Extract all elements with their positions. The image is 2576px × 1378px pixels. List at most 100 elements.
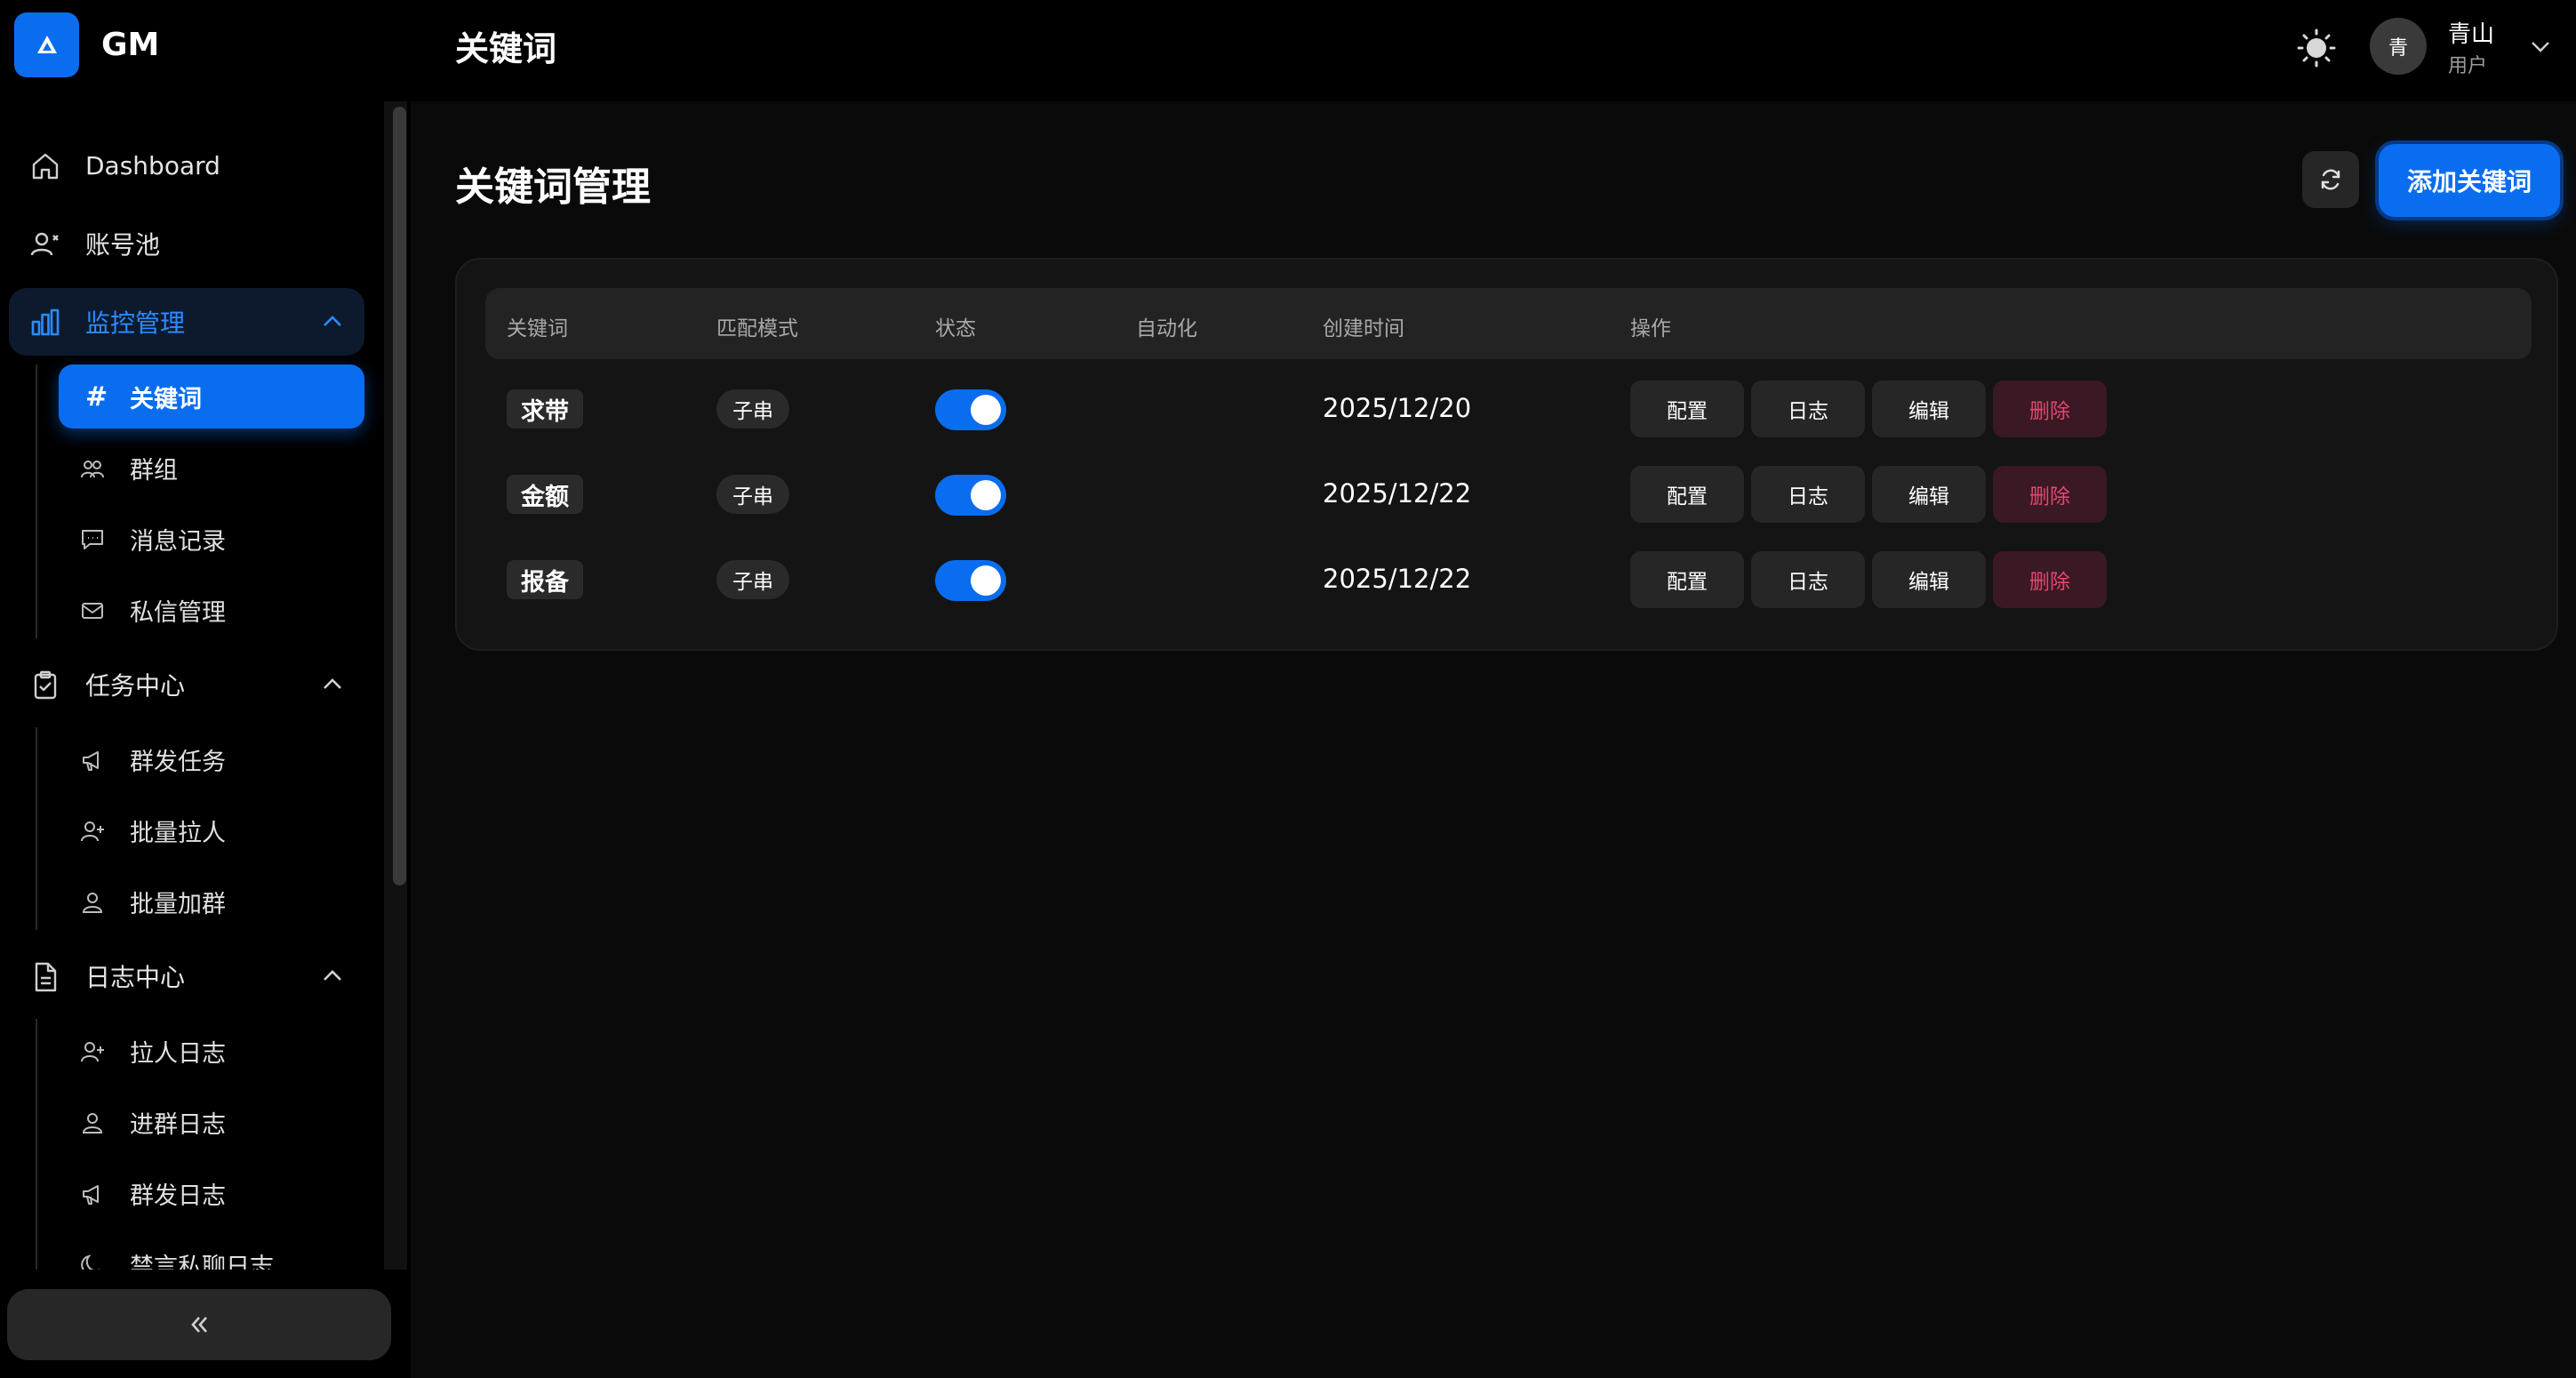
sidebar-item-join-log[interactable]: 进群日志 (59, 1090, 364, 1154)
tree-line (36, 727, 37, 930)
edit-button[interactable]: 编辑 (1872, 381, 1986, 437)
file-icon (35, 962, 57, 992)
edit-button[interactable]: 编辑 (1872, 466, 1986, 523)
brand-name: GM (101, 26, 160, 63)
group-icon (81, 461, 104, 478)
sidebar-item-keywords[interactable]: # 关键词 (59, 365, 364, 429)
status-toggle[interactable] (935, 560, 1006, 601)
tree-line (36, 365, 37, 638)
sidebar-scrollbar-thumb[interactable] (393, 107, 406, 885)
delete-button[interactable]: 删除 (1993, 381, 2107, 437)
user-plus-icon (81, 1042, 104, 1062)
config-button[interactable]: 配置 (1630, 466, 1744, 523)
sidebar-item-broadcast-log[interactable]: 群发日志 (59, 1161, 364, 1225)
chevron-up-icon[interactable] (320, 311, 345, 332)
log-button[interactable]: 日志 (1751, 551, 1865, 608)
sidebar-item-mute-log[interactable]: 禁言私聊日志 (59, 1232, 364, 1270)
mail-icon (82, 603, 103, 619)
toggle-knob (971, 565, 1001, 596)
table-row: 求带 子串 2025/12/20 配置 日志 编辑 删除 (457, 366, 2560, 452)
created-date: 2025/12/22 (1323, 564, 1472, 594)
log-button[interactable]: 日志 (1751, 466, 1865, 523)
chevron-up-icon[interactable] (320, 674, 345, 695)
keyword-chip: 求带 (507, 389, 583, 429)
logo-icon (14, 12, 79, 77)
sidebar-item-label: 进群日志 (130, 1110, 226, 1139)
chevrons-left-icon (191, 1317, 207, 1333)
sidebar-item-label: 拉人日志 (130, 1039, 226, 1068)
edit-button[interactable]: 编辑 (1872, 551, 1986, 608)
sidebar-item-dashboard[interactable]: Dashboard (9, 132, 364, 199)
delete-button[interactable]: 删除 (1993, 466, 2107, 523)
sidebar-item-label: 私信管理 (130, 598, 226, 627)
sidebar-item-label: 日志中心 (85, 963, 186, 992)
sidebar-item-label: 消息记录 (130, 527, 226, 556)
header-title: 关键词 (455, 29, 557, 68)
sidebar-item-label: 关键词 (130, 385, 202, 413)
sidebar-item-invite-log[interactable]: 拉人日志 (59, 1019, 364, 1083)
hash-icon: # (85, 381, 108, 413)
app-root: GM Dashboard 账号池 监控管理 # 关键词 群组 消息记录 私信管理… (0, 0, 2576, 1378)
sidebar: GM Dashboard 账号池 监控管理 # 关键词 群组 消息记录 私信管理… (0, 0, 411, 1378)
config-button[interactable]: 配置 (1630, 551, 1744, 608)
user-group-icon (82, 893, 103, 913)
collapse-sidebar-button[interactable] (7, 1289, 391, 1360)
table-row: 金额 子串 2025/12/22 配置 日志 编辑 删除 (457, 452, 2560, 537)
chevron-down-icon[interactable] (2528, 36, 2553, 57)
log-button[interactable]: 日志 (1751, 381, 1865, 437)
add-keyword-button[interactable]: 添加关键词 (2379, 144, 2560, 217)
sidebar-item-label: 批量拉人 (130, 819, 226, 847)
column-header: 状态 (935, 317, 976, 340)
sidebar-item-label: 群发任务 (130, 748, 226, 776)
sidebar-item-broadcast-task[interactable]: 群发任务 (59, 727, 364, 791)
match-mode-chip: 子串 (716, 389, 789, 429)
config-button[interactable]: 配置 (1630, 381, 1744, 437)
sidebar-item-account-pool[interactable]: 账号池 (9, 210, 364, 277)
clipboard-icon (34, 670, 57, 700)
sidebar-item-batch-join[interactable]: 批量加群 (59, 869, 364, 933)
sidebar-item-label: 任务中心 (85, 671, 186, 701)
column-header: 操作 (1630, 317, 1671, 340)
users-icon (30, 232, 59, 256)
sidebar-item-task-center[interactable]: 任务中心 (9, 651, 364, 718)
sun-icon[interactable] (2295, 27, 2338, 69)
bar-chart-icon (31, 308, 60, 336)
match-mode-chip: 子串 (716, 475, 789, 514)
sidebar-item-label: 禁言私聊日志 (130, 1253, 274, 1270)
created-date: 2025/12/20 (1323, 393, 1472, 423)
chevron-up-icon[interactable] (320, 965, 345, 987)
column-header: 创建时间 (1323, 317, 1404, 340)
avatar[interactable]: 青 (2370, 18, 2427, 75)
sidebar-nav: Dashboard 账号池 监控管理 # 关键词 群组 消息记录 私信管理 任务… (0, 101, 411, 1270)
status-toggle[interactable] (935, 389, 1006, 430)
sidebar-item-label: 监控管理 (85, 308, 186, 338)
sidebar-item-label: 群发日志 (130, 1182, 226, 1210)
column-header: 关键词 (507, 317, 568, 340)
user-group-icon (82, 1113, 103, 1134)
column-header: 自动化 (1136, 317, 1197, 340)
sidebar-item-label: 群组 (130, 456, 178, 485)
sidebar-item-messages[interactable]: 消息记录 (59, 507, 364, 571)
page-title: 关键词管理 (455, 164, 651, 210)
table-row: 报备 子串 2025/12/22 配置 日志 编辑 删除 (457, 537, 2560, 622)
sidebar-item-log-center[interactable]: 日志中心 (9, 942, 364, 1010)
user-role: 用户 (2448, 55, 2488, 77)
megaphone-icon (83, 1185, 99, 1205)
sidebar-item-monitor[interactable]: 监控管理 (9, 288, 364, 356)
status-toggle[interactable] (935, 475, 1006, 516)
tree-line (36, 1019, 37, 1270)
sidebar-item-label: 批量加群 (130, 890, 226, 918)
megaphone-icon (83, 751, 99, 771)
user-name[interactable]: 青山 (2448, 16, 2494, 49)
toggle-knob (971, 395, 1001, 425)
sidebar-item-batch-invite[interactable]: 批量拉人 (59, 798, 364, 862)
sidebar-item-groups[interactable]: 群组 (59, 436, 364, 500)
message-icon (82, 530, 103, 549)
refresh-button[interactable] (2302, 151, 2359, 208)
brand[interactable]: GM (14, 12, 159, 77)
keyword-chip: 金额 (507, 475, 583, 514)
delete-button[interactable]: 删除 (1993, 551, 2107, 608)
sidebar-item-private-messages[interactable]: 私信管理 (59, 578, 364, 642)
match-mode-chip: 子串 (716, 560, 789, 599)
keywords-table-card: 关键词 匹配模式 状态 自动化 创建时间 操作 求带 子串 2025/12/20… (455, 258, 2558, 651)
